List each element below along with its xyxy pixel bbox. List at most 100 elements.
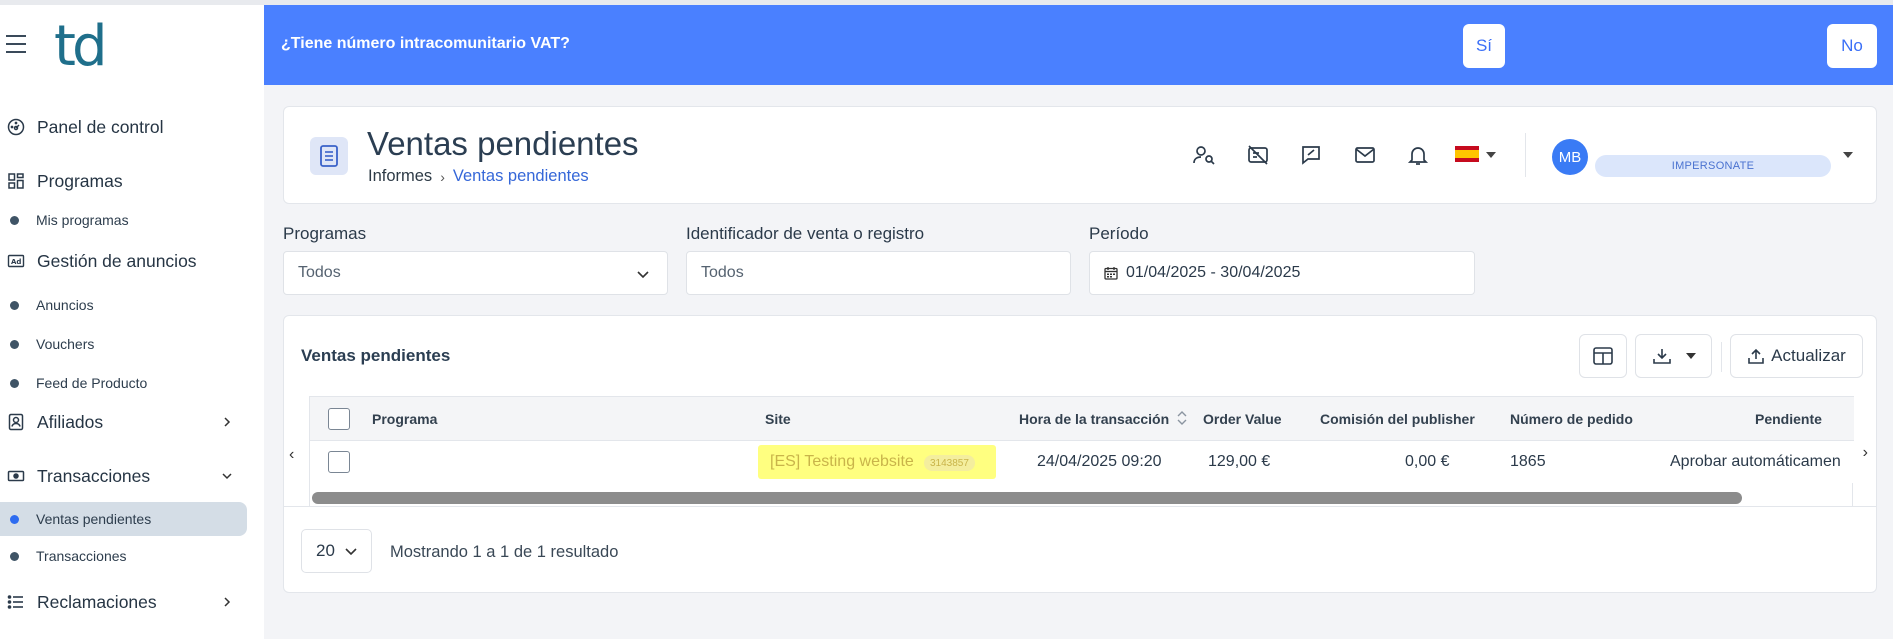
- dashboard-icon: [7, 118, 25, 136]
- toolbar-divider: [1721, 342, 1722, 372]
- vat-banner-text: ¿Tiene número intracomunitario VAT?: [281, 35, 570, 52]
- period-label: Período: [1089, 224, 1149, 243]
- site-id-badge: 3143857: [924, 455, 975, 471]
- cell-order-value: 129,00 €: [1208, 453, 1271, 470]
- download-caret-icon: [1685, 353, 1696, 359]
- col-transaction-time[interactable]: Hora de la transacción: [1019, 411, 1169, 427]
- bell-icon[interactable]: [1406, 143, 1430, 167]
- table-header: Programa Site Hora de la transacción Ord…: [310, 396, 1854, 441]
- breadcrumb-current[interactable]: Ventas pendientes: [453, 167, 589, 186]
- sidebar-item-label: Gestión de anuncios: [37, 250, 197, 271]
- sidebar-item-ventas-pendientes[interactable]: Ventas pendientes: [0, 502, 247, 536]
- sidebar-item-programas[interactable]: Programas: [0, 164, 264, 198]
- breadcrumb-parent[interactable]: Informes: [368, 167, 432, 186]
- sidebar-item-label: Panel de control: [37, 116, 164, 137]
- user-search-icon[interactable]: [1192, 143, 1216, 167]
- mail-icon[interactable]: [1353, 143, 1377, 167]
- impersonate-badge[interactable]: IMPERSONATE: [1595, 155, 1831, 177]
- chevron-right-icon[interactable]: [222, 417, 232, 427]
- sidebar-item-vouchers[interactable]: Vouchers: [0, 329, 264, 359]
- period-value: 01/04/2025 - 30/04/2025: [1126, 264, 1301, 281]
- col-publisher-commission[interactable]: Comisión del publisher: [1320, 411, 1475, 427]
- sidebar-item-panel-de-control[interactable]: Panel de control: [0, 110, 264, 144]
- sidebar-item-label: Ventas pendientes: [36, 511, 152, 527]
- menu-icon[interactable]: [6, 35, 26, 53]
- page-header: Ventas pendientes Informes › Ventas pend…: [283, 106, 1877, 204]
- col-program[interactable]: Programa: [372, 411, 437, 427]
- cell-pending: Aprobar automáticamen: [1670, 453, 1841, 470]
- col-order-number[interactable]: Número de pedido: [1510, 411, 1633, 427]
- no-button[interactable]: No: [1827, 24, 1877, 68]
- chevron-right-icon[interactable]: [222, 597, 232, 607]
- feedback-icon[interactable]: [1299, 143, 1323, 167]
- yes-button[interactable]: Sí: [1463, 24, 1505, 68]
- sidebar-item-label: Programas: [37, 170, 123, 191]
- bullet-icon: [10, 215, 19, 225]
- sidebar-item-afiliados[interactable]: Afiliados: [0, 405, 264, 439]
- columns-icon: [1593, 347, 1613, 365]
- sidebar: td Panel de control Programas Mis programa…: [0, 5, 264, 639]
- sidebar-item-label: Transacciones: [36, 548, 127, 564]
- breadcrumb: Informes › Ventas pendientes: [368, 167, 589, 186]
- results-summary: Mostrando 1 a 1 de 1 resultado: [390, 543, 619, 561]
- sidebar-item-label: Transacciones: [37, 465, 151, 486]
- scroll-left-area: [284, 396, 310, 506]
- col-pending[interactable]: Pendiente: [1755, 411, 1822, 427]
- upload-icon: [1748, 348, 1764, 364]
- refresh-button[interactable]: Actualizar: [1730, 334, 1863, 378]
- svg-text:Ad: Ad: [11, 258, 21, 266]
- chevron-right-icon[interactable]: ›: [1863, 444, 1868, 462]
- logo[interactable]: td: [54, 19, 107, 75]
- columns-button[interactable]: [1579, 334, 1627, 378]
- table-row: [ES] Testing website 3143857 24/04/2025 …: [310, 441, 1854, 483]
- download-button[interactable]: [1635, 334, 1712, 378]
- sidebar-item-transacciones[interactable]: Transacciones: [0, 459, 264, 493]
- period-input[interactable]: 01/04/2025 - 30/04/2025: [1089, 251, 1475, 295]
- programs-select[interactable]: Todos: [283, 251, 668, 295]
- cell-site[interactable]: [ES] Testing website: [770, 453, 914, 471]
- sale-id-input[interactable]: Todos: [686, 251, 1071, 295]
- cell-transaction-time: 24/04/2025 09:20: [1037, 453, 1162, 470]
- bullet-icon: [10, 300, 19, 310]
- table-footer-divider: [284, 506, 1876, 507]
- ad-icon: Ad: [7, 252, 25, 270]
- chevron-down-icon: [637, 271, 649, 279]
- sidebar-item-label: Vouchers: [36, 336, 95, 352]
- sidebar-item-mis-programas[interactable]: Mis programas: [0, 205, 264, 235]
- user-card-icon: [7, 413, 25, 431]
- avatar[interactable]: MB: [1552, 139, 1588, 175]
- horizontal-scrollbar[interactable]: [312, 492, 1742, 504]
- divider: [1525, 133, 1526, 177]
- row-checkbox[interactable]: [328, 451, 350, 473]
- cell-order-number: 1865: [1510, 453, 1546, 470]
- cell-commission: 0,00 €: [1405, 453, 1450, 470]
- money-icon: [7, 467, 25, 485]
- select-all-checkbox[interactable]: [328, 408, 350, 430]
- user-menu-caret-icon[interactable]: [1843, 152, 1853, 158]
- spain-flag-icon[interactable]: [1455, 146, 1479, 162]
- sidebar-item-reclamaciones[interactable]: Reclamaciones: [0, 585, 264, 619]
- page-size-value: 20: [316, 541, 335, 560]
- sidebar-item-feed-de-producto[interactable]: Feed de Producto: [0, 368, 264, 398]
- language-caret-icon[interactable]: [1486, 152, 1496, 158]
- sidebar-item-anuncios[interactable]: Anuncios: [0, 290, 264, 320]
- bullet-icon: [10, 514, 19, 524]
- sidebar-item-transacciones[interactable]: Transacciones: [0, 541, 264, 571]
- no-image-icon[interactable]: [1246, 143, 1270, 167]
- calendar-icon: [1104, 267, 1118, 280]
- sort-icon[interactable]: [1176, 409, 1188, 427]
- col-site[interactable]: Site: [765, 411, 791, 427]
- col-order-value[interactable]: Order Value: [1203, 411, 1282, 427]
- chevron-down-icon[interactable]: [222, 471, 232, 481]
- sidebar-item-label: Mis programas: [36, 212, 129, 228]
- page-size-select[interactable]: 20: [301, 529, 372, 573]
- refresh-label: Actualizar: [1771, 346, 1846, 365]
- sidebar-item-label: Feed de Producto: [36, 375, 148, 391]
- bullet-icon: [10, 551, 19, 561]
- report-icon: [310, 137, 348, 175]
- cell-pending-clip: Aprobar automáticamen: [1670, 441, 1854, 483]
- page-title: Ventas pendientes: [367, 125, 639, 162]
- chevron-left-icon[interactable]: ‹: [289, 446, 294, 464]
- programs-select-value: Todos: [298, 264, 341, 281]
- sidebar-item-gestión-de-anuncios[interactable]: Ad Gestión de anuncios: [0, 244, 264, 278]
